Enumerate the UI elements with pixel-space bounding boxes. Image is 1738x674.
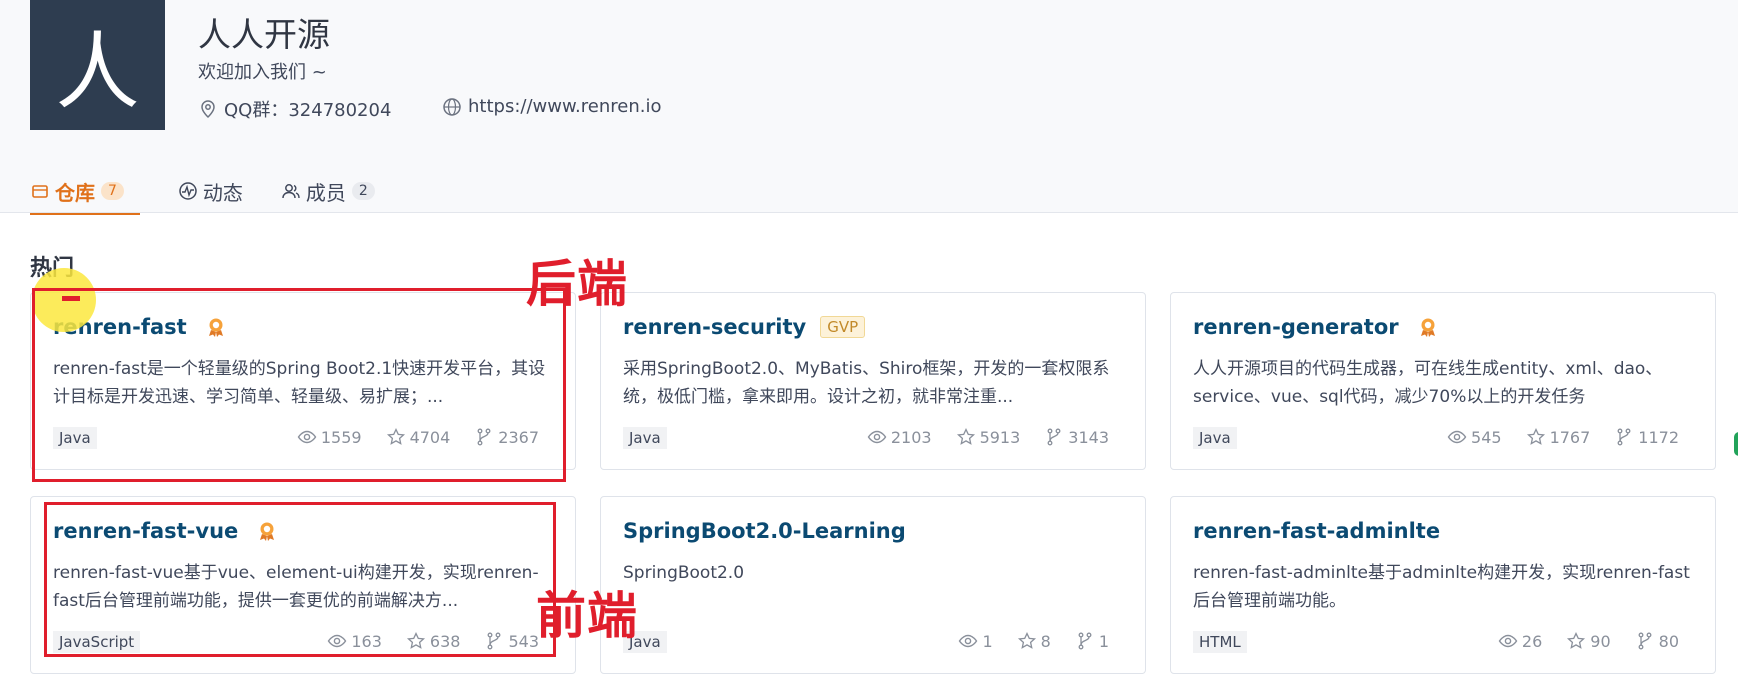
- org-header: 人 人人开源 欢迎加入我们 ~ QQ群：324780204 https://ww…: [0, 0, 1738, 215]
- fork-icon: [1638, 632, 1652, 650]
- repo-stats: 26 90 80: [1474, 631, 1679, 651]
- org-tabs: 仓库 7 动态 成员 2: [30, 170, 413, 215]
- tab-count-badge: 2: [351, 182, 375, 200]
- repo-name-link[interactable]: SpringBoot2.0-Learning: [623, 519, 906, 543]
- repo-name-row: SpringBoot2.0-Learning: [623, 519, 906, 543]
- fork-count[interactable]: 3143: [1044, 427, 1109, 447]
- repo-stats: 1 8 1: [934, 631, 1109, 651]
- fork-count-value: 80: [1658, 631, 1679, 651]
- repo-stats: 545 1767 1172: [1423, 427, 1679, 447]
- org-description: 欢迎加入我们 ~: [198, 62, 327, 83]
- tab-repos[interactable]: 仓库 7: [30, 170, 140, 215]
- annotation-box-backend: [32, 288, 566, 482]
- tab-members[interactable]: 成员 2: [281, 170, 375, 212]
- tab-label: 仓库: [55, 180, 95, 205]
- star-icon: [1567, 631, 1586, 649]
- star-count[interactable]: 8: [1017, 631, 1051, 651]
- location-pin-icon: [201, 100, 215, 119]
- star-count[interactable]: 1767: [1526, 427, 1591, 447]
- eye-icon: [1498, 634, 1518, 648]
- star-icon: [1017, 631, 1036, 649]
- repo-name-link[interactable]: renren-fast-adminlte: [1193, 519, 1440, 543]
- watch-count-value: 545: [1471, 427, 1502, 447]
- annotation-box-frontend: [44, 502, 556, 657]
- org-avatar[interactable]: 人: [30, 0, 165, 130]
- repo-name-row: renren-fast-adminlte: [1193, 519, 1440, 543]
- tab-activity[interactable]: 动态: [178, 170, 243, 212]
- repo-card[interactable]: renren-security GVP 采用SpringBoot2.0、MyBa…: [600, 292, 1146, 470]
- repo-name-link[interactable]: renren-generator: [1193, 315, 1399, 339]
- star-icon: [1526, 427, 1545, 445]
- org-website-link[interactable]: https://www.renren.io: [468, 96, 661, 117]
- gvp-badge: GVP: [820, 316, 866, 338]
- repo-description: SpringBoot2.0: [623, 563, 745, 583]
- fork-count[interactable]: 1172: [1614, 427, 1679, 447]
- tab-count-badge: 7: [101, 182, 124, 200]
- org-qq: QQ群：324780204: [198, 96, 391, 122]
- activity-icon: [179, 182, 197, 200]
- org-name: 人人开源: [198, 15, 330, 54]
- award-icon: [1420, 318, 1435, 337]
- repo-stats: 2103 5913 3143: [843, 427, 1109, 447]
- repo-name-row: renren-generator: [1193, 315, 1439, 339]
- star-count-value: 8: [1040, 631, 1051, 651]
- watch-count[interactable]: 2103: [867, 427, 932, 447]
- repo-name-link[interactable]: renren-security: [623, 315, 806, 339]
- members-icon: [282, 184, 300, 199]
- repo-language-tag: Java: [623, 427, 667, 449]
- watch-count[interactable]: 1: [958, 631, 993, 651]
- star-count-value: 1767: [1549, 427, 1591, 447]
- repo-card[interactable]: SpringBoot2.0-Learning SpringBoot2.0 Jav…: [600, 496, 1146, 674]
- tab-label: 动态: [202, 180, 243, 205]
- repo-card[interactable]: renren-generator 人人开源项目的代码生成器，可在线生成entit…: [1170, 292, 1716, 470]
- repo-card[interactable]: renren-fast-adminlte renren-fast-adminlt…: [1170, 496, 1716, 674]
- eye-icon: [867, 430, 887, 444]
- fork-count-value: 3143: [1068, 427, 1109, 447]
- repo-description: 采用SpringBoot2.0、MyBatis、Shiro框架，开发的一套权限系…: [623, 359, 1110, 407]
- repo-language-tag: Java: [1193, 427, 1237, 449]
- tab-label: 成员: [305, 180, 346, 205]
- org-qq-text: QQ群：324780204: [224, 100, 392, 121]
- fork-icon: [1047, 428, 1061, 446]
- star-count[interactable]: 90: [1566, 631, 1611, 651]
- fork-icon: [1617, 428, 1631, 446]
- fork-count[interactable]: 80: [1635, 631, 1679, 651]
- annotation-label-backend: 后端: [526, 255, 628, 313]
- star-count-value: 5913: [979, 427, 1021, 447]
- repo-icon: [32, 185, 48, 198]
- fork-icon: [1078, 632, 1092, 650]
- annotation-label-frontend: 前端: [536, 587, 638, 645]
- watch-count-value: 26: [1521, 631, 1543, 651]
- repo-language-tag: HTML: [1193, 631, 1247, 653]
- fork-count-value: 1172: [1638, 427, 1679, 447]
- repo-description: 人人开源项目的代码生成器，可在线生成entity、xml、dao、service…: [1193, 359, 1663, 407]
- star-count-value: 90: [1590, 631, 1611, 651]
- eye-icon: [959, 634, 978, 648]
- fork-count[interactable]: 1: [1075, 631, 1109, 651]
- eye-icon: [1447, 430, 1467, 444]
- star-icon: [956, 427, 975, 445]
- org-website[interactable]: https://www.renren.io: [442, 96, 661, 117]
- watch-count[interactable]: 26: [1498, 631, 1542, 651]
- star-count[interactable]: 5913: [956, 427, 1021, 447]
- header-divider: [0, 212, 1738, 213]
- repo-name-row: renren-security GVP: [623, 315, 866, 339]
- watch-count-value: 1: [982, 631, 993, 651]
- repo-description: renren-fast-adminlte基于adminlte构建开发，实现ren…: [1193, 563, 1690, 611]
- globe-icon: [443, 97, 461, 116]
- watch-count-value: 2103: [890, 427, 932, 447]
- fork-count-value: 1: [1098, 631, 1109, 651]
- watch-count[interactable]: 545: [1447, 427, 1502, 447]
- side-widget-handle[interactable]: [1734, 432, 1738, 456]
